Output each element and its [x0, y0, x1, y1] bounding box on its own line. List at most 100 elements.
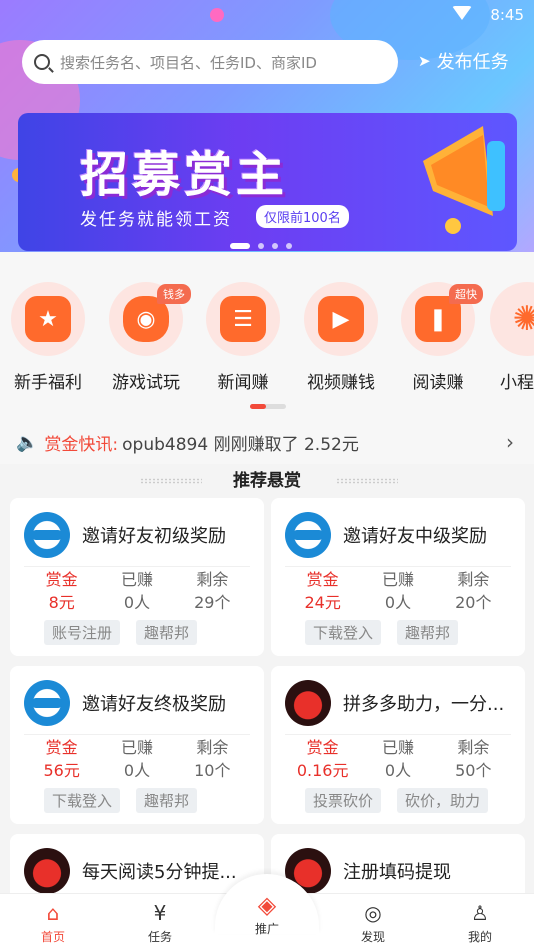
banner-pagination — [230, 243, 292, 249]
task-tag: 趣帮邦 — [397, 620, 459, 645]
category-icon-bg: ★ — [11, 282, 85, 356]
task-title: 注册填码提现 — [343, 862, 451, 883]
task-title: 拼多多助力，一分... — [343, 694, 505, 715]
video-icon: ▶ — [318, 296, 364, 342]
category-newbie[interactable]: ★ 新手福利 — [3, 282, 93, 393]
banner-subtitle: 发任务就能领工资 — [80, 210, 232, 230]
task-tags: 下载登入 趣帮邦 — [305, 620, 459, 645]
stat-remaining: 剩余 20个 — [455, 570, 492, 612]
category-badge: 钱多 — [157, 284, 191, 304]
stat-remaining: 剩余 29个 — [194, 570, 231, 612]
task-stats: 赏金 56元 已赚 0人 剩余 10个 — [24, 736, 250, 782]
tab-discover[interactable]: ◎ 发现 — [333, 900, 413, 945]
task-card[interactable]: 邀请好友中级奖励 赏金 24元 已赚 0人 剩余 20个 下载登入 趣帮邦 — [271, 498, 525, 656]
task-tags: 下载登入 趣帮邦 — [44, 788, 198, 813]
category-icon-bg: ❚ 超快 — [401, 282, 483, 356]
stat-earned: 已赚 0人 — [120, 738, 153, 780]
task-card[interactable]: 邀请好友初级奖励 赏金 8元 已赚 0人 剩余 29个 账号注册 趣帮邦 — [10, 498, 264, 656]
pagination-dot — [272, 243, 278, 249]
tab-label: 我的 — [467, 930, 492, 944]
money-bag-icon: ¥ — [153, 901, 167, 925]
news-text: opub4894 刚刚赚取了 2.52元 — [122, 434, 359, 455]
news-ticker[interactable]: 🔈 赏金快讯: opub4894 刚刚赚取了 2.52元 › — [0, 420, 534, 464]
category-news[interactable]: ☰ 新闻赚 — [198, 282, 288, 393]
task-tag: 趣帮邦 — [136, 788, 198, 813]
category-read[interactable]: ❚ 超快 阅读赚 — [393, 282, 483, 393]
stat-earned: 已赚 0人 — [381, 738, 414, 780]
category-game[interactable]: ◉ 钱多 游戏试玩 — [101, 282, 191, 393]
task-tag: 趣帮邦 — [136, 620, 198, 645]
tab-label: 任务 — [147, 930, 172, 944]
category-badge: 超快 — [449, 284, 483, 304]
merchant-logo — [285, 680, 331, 726]
promo-banner[interactable]: 招募赏主 发任务就能领工资 仅限前100名 — [18, 113, 517, 251]
task-tag: 下载登入 — [44, 788, 121, 813]
task-tag: 下载登入 — [305, 620, 382, 645]
publish-label: 发布任务 — [436, 52, 509, 73]
hero-header: 8:45 搜索任务名、项目名、任务ID、商家ID ➤ 发布任务 招募赏主 发任务… — [0, 0, 534, 252]
divider — [24, 734, 250, 735]
bottom-tab-bar: ⌂ 首页 ¥ 任务 ◈ 推广 ◎ 发现 ♙ 我的 — [0, 874, 534, 949]
layers-icon: ◈ — [257, 891, 277, 919]
tab-task[interactable]: ¥ 任务 — [120, 900, 200, 945]
tab-profile[interactable]: ♙ 我的 — [440, 900, 520, 945]
pagination-dot — [258, 243, 264, 249]
sun-icon: ✺ — [512, 299, 534, 339]
task-card[interactable]: 邀请好友终极奖励 赏金 56元 已赚 0人 剩余 10个 下载登入 趣帮邦 — [10, 666, 264, 824]
task-title: 邀请好友中级奖励 — [343, 526, 487, 547]
send-icon: ➤ — [418, 52, 431, 70]
divider — [285, 734, 511, 735]
category-video[interactable]: ▶ 视频赚钱 — [296, 282, 386, 393]
divider — [285, 566, 511, 567]
tab-label: 首页 — [40, 930, 65, 944]
category-label: 新手福利 — [14, 373, 82, 393]
category-miniapp[interactable]: ✺ 小程 — [490, 282, 534, 393]
task-card[interactable]: 拼多多助力，一分... 赏金 0.16元 已赚 0人 剩余 50个 投票砍价 砍价，助… — [271, 666, 525, 824]
news-label: 赏金快讯: — [44, 434, 119, 455]
user-icon: ♙ — [471, 901, 489, 925]
stat-reward: 赏金 8元 — [45, 570, 78, 612]
category-pager — [250, 404, 286, 409]
search-icon — [34, 54, 50, 70]
megaphone-icon — [423, 126, 505, 234]
merchant-logo — [24, 680, 70, 726]
decor-dots — [336, 478, 398, 484]
chevron-right-icon: › — [506, 430, 514, 454]
merchant-logo — [24, 848, 70, 894]
tab-promote[interactable]: ◈ 推广 — [227, 892, 307, 937]
task-tags: 账号注册 趣帮邦 — [44, 620, 198, 645]
search-placeholder: 搜索任务名、项目名、任务ID、商家ID — [60, 53, 317, 72]
clock: 8:45 — [490, 6, 524, 24]
publish-task-button[interactable]: ➤ 发布任务 — [418, 48, 509, 74]
task-stats: 赏金 8元 已赚 0人 剩余 29个 — [24, 568, 250, 614]
tab-label: 推广 — [254, 922, 279, 936]
stat-remaining: 剩余 50个 — [455, 738, 492, 780]
stat-earned: 已赚 0人 — [120, 570, 153, 612]
stat-reward: 赏金 0.16元 — [296, 738, 349, 780]
merchant-logo — [285, 512, 331, 558]
news-icon: ☰ — [220, 296, 266, 342]
banner-tag: 仅限前100名 — [256, 205, 349, 228]
task-title: 每天阅读5分钟提... — [82, 862, 237, 883]
stat-earned: 已赚 0人 — [381, 570, 414, 612]
category-icon-bg: ▶ — [304, 282, 378, 356]
task-tag: 账号注册 — [44, 620, 121, 645]
home-icon: ⌂ — [46, 901, 60, 925]
category-icon-bg: ✺ — [490, 282, 534, 356]
search-input[interactable]: 搜索任务名、项目名、任务ID、商家ID — [22, 40, 398, 84]
category-icon-bg: ☰ — [206, 282, 280, 356]
tab-home[interactable]: ⌂ 首页 — [13, 900, 93, 945]
category-label: 小程 — [500, 373, 534, 393]
speaker-icon: 🔈 — [16, 431, 39, 453]
pagination-dot — [286, 243, 292, 249]
task-stats: 赏金 0.16元 已赚 0人 剩余 50个 — [285, 736, 511, 782]
compass-icon: ◎ — [364, 901, 382, 925]
task-title: 邀请好友初级奖励 — [82, 526, 226, 547]
decor-dots — [140, 478, 202, 484]
task-tag: 投票砍价 — [305, 788, 382, 813]
status-bar: 8:45 — [0, 0, 534, 30]
stat-remaining: 剩余 10个 — [194, 738, 231, 780]
pager-indicator — [250, 404, 266, 409]
merchant-logo — [24, 512, 70, 558]
task-stats: 赏金 24元 已赚 0人 剩余 20个 — [285, 568, 511, 614]
